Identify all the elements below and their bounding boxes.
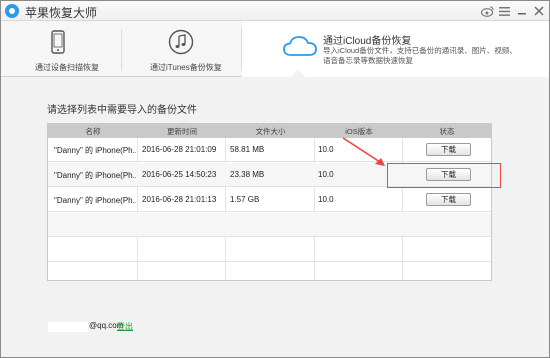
tab-itunes-backup[interactable]: 通过iTunes备份恢复 bbox=[122, 21, 241, 77]
active-tab-pointer bbox=[291, 69, 305, 77]
recovery-mode-tabs: 通过设备扫描恢复 通过iTunes备份恢复 通过iCloud备份恢复 导入iCl… bbox=[1, 21, 549, 77]
row-name: "Danny" 的 iPhone(Ph... bbox=[54, 171, 136, 180]
download-button[interactable]: 下载 bbox=[426, 193, 471, 206]
row-updated: 2016-06-25 14:50:23 bbox=[142, 170, 217, 179]
table-row[interactable]: "Danny" 的 iPhone(Ph... 2016-06-28 21:01:… bbox=[48, 188, 491, 212]
phone-icon bbox=[51, 30, 65, 54]
icloud-description: 导入iCloud备份文件，支持已备份的通讯录、图片、视频、语音备忘录等数据快速恢… bbox=[323, 46, 517, 65]
column-header-size: 文件大小 bbox=[255, 127, 286, 136]
app-logo-icon bbox=[5, 4, 19, 18]
title-bar: 苹果恢复大师 bbox=[1, 1, 549, 21]
row-ios: 10.0 bbox=[318, 195, 334, 204]
minimize-icon[interactable] bbox=[515, 5, 528, 18]
close-icon[interactable] bbox=[532, 5, 545, 18]
app-title: 苹果恢复大师 bbox=[25, 6, 98, 20]
weibo-icon[interactable] bbox=[481, 5, 494, 18]
row-size: 23.38 MB bbox=[230, 170, 265, 179]
empty-row bbox=[48, 238, 491, 262]
column-header-status: 状态 bbox=[439, 127, 455, 136]
icloud-title: 通过iCloud备份恢复 bbox=[323, 36, 412, 47]
row-name: "Danny" 的 iPhone(Ph... bbox=[54, 196, 136, 205]
menu-icon[interactable] bbox=[498, 5, 511, 18]
download-button[interactable]: 下载 bbox=[426, 143, 471, 156]
select-backup-prompt: 请选择列表中需要导入的备份文件 bbox=[47, 105, 197, 116]
table-row[interactable]: "Danny" 的 iPhone(Ph... 2016-06-28 21:01:… bbox=[48, 138, 491, 162]
annotation-highlight-box bbox=[387, 163, 501, 188]
tab-device-scan[interactable]: 通过设备扫描恢复 bbox=[1, 21, 121, 77]
cloud-icon bbox=[283, 36, 317, 56]
tab-label: 通过设备扫描恢复 bbox=[35, 63, 99, 72]
logout-link[interactable]: 登出 bbox=[117, 321, 133, 332]
annotation-arrow-icon bbox=[342, 137, 385, 166]
row-ios: 10.0 bbox=[318, 145, 334, 154]
row-updated: 2016-06-28 21:01:13 bbox=[142, 195, 217, 204]
row-size: 58.81 MB bbox=[230, 145, 265, 154]
column-header-name: 名称 bbox=[85, 127, 101, 136]
redacted-account bbox=[48, 322, 88, 332]
row-ios: 10.0 bbox=[318, 170, 334, 179]
row-size: 1.57 GB bbox=[230, 195, 260, 204]
title-bar-controls bbox=[481, 3, 545, 19]
row-updated: 2016-06-28 21:01:09 bbox=[142, 145, 217, 154]
backup-table: 名称 更新时间 文件大小 iOS版本 状态 "Danny" 的 iPhone(P… bbox=[47, 123, 492, 281]
app-window: 苹果恢复大师 通过设备扫描恢复 通过iTunes备份恢复 通过iCloud备份恢… bbox=[0, 0, 550, 358]
music-note-icon bbox=[168, 29, 194, 55]
row-name: "Danny" 的 iPhone(Ph... bbox=[54, 146, 136, 155]
table-header: 名称 更新时间 文件大小 iOS版本 状态 bbox=[48, 124, 491, 138]
tab-label: 通过iTunes备份恢复 bbox=[150, 63, 222, 72]
empty-row bbox=[48, 213, 491, 237]
column-header-updated: 更新时间 bbox=[167, 127, 197, 136]
